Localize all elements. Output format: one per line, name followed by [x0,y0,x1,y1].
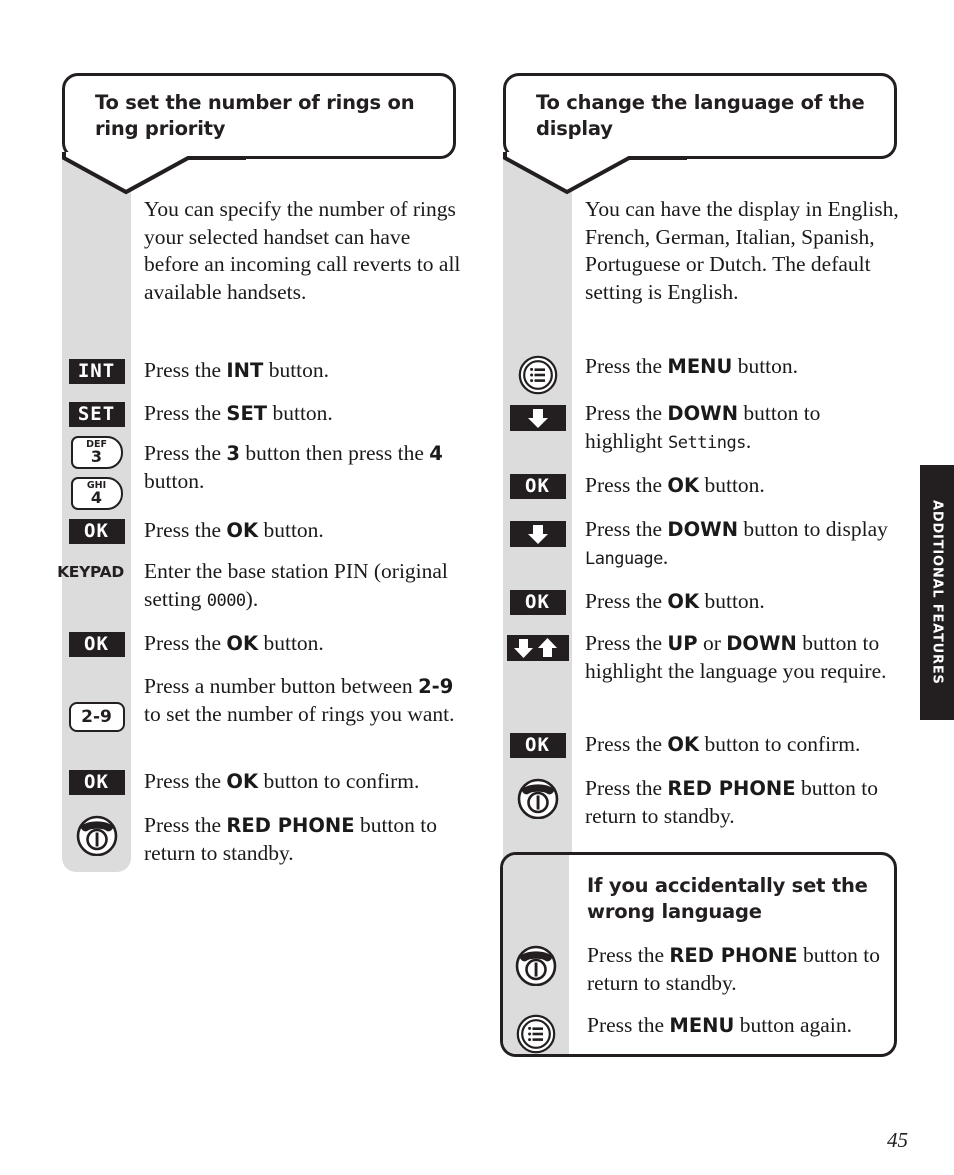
int-key-icon-slot: INT [62,357,131,385]
section-side-tab: ADDITIONAL FEATURES [920,465,954,720]
step-row-red-phone-left[interactable]: Press the RED PHONE button to return to … [62,812,472,867]
number-range-2-9-icon[interactable]: 2-9 [68,702,125,732]
step-text-red-phone-left: Press the RED PHONE button to return to … [144,813,437,865]
step-text-ok-3: Press the OK button to confirm. [144,769,420,793]
step-text-r-ok-3: Press the OK button to confirm. [585,732,861,756]
step-text-range29: Press a number button between 2-9 to set… [144,674,455,726]
right-intro-text: You can have the display in English, Fre… [585,197,899,304]
left-intro-text: You can specify the number of rings your… [144,197,461,304]
note-red-phone-icon-slot [503,942,569,997]
step-row-down-2[interactable]: Press the DOWN button to display Languag… [503,516,903,573]
step-text-r-ok-2: Press the OK button. [585,589,765,613]
right-callout-title: To change the language of the display [536,91,865,140]
step-row-r-ok-1[interactable]: OK Press the OK button. [503,472,903,500]
number-range-2-9-icon-slot: 2-9 [62,673,131,732]
number-key-3-digit: 3 [90,447,103,467]
red-phone-icon-slot [62,812,131,867]
step-text-keypad: Enter the base station PIN (original set… [144,559,448,611]
red-phone-icon[interactable] [76,814,118,856]
step-row-key4[interactable]: GHI 4 [62,475,472,510]
ok-key-icon-slot-2: OK [62,630,131,658]
ok-key-icon-slot-1: OK [62,517,131,545]
note-step-row-red-phone[interactable]: Press the RED PHONE button to return to … [503,942,894,997]
ok-key-icon[interactable]: OK [68,632,125,657]
note-box-title: If you accidentally set the wrong langua… [587,874,868,923]
step-row-range29[interactable]: 2-9 Press a number button between 2-9 to… [62,673,472,732]
right-callout-box: To change the language of the display [503,73,897,159]
number-key-4-digit: 4 [90,488,103,508]
step-text-ok-1: Press the OK button. [144,518,324,542]
step-text-red-phone-right: Press the RED PHONE button to return to … [585,776,878,828]
keypad-icon-slot: KEYPAD [56,558,125,615]
ok-key-icon[interactable]: OK [509,474,566,499]
page-number: 45 [887,1128,908,1152]
ok-key-icon[interactable]: OK [509,733,566,758]
ok-key-icon-slot-r2: OK [503,588,572,616]
int-key-icon[interactable]: INT [68,359,125,384]
set-key-icon-slot: SET [62,400,131,428]
step-text-down-2: Press the DOWN button to display Languag… [585,517,888,569]
up-down-arrow-icon-slot [503,630,572,685]
set-key-icon[interactable]: SET [68,402,125,427]
left-intro-icon-slot [62,196,131,306]
ok-key-icon[interactable]: OK [68,519,125,544]
step-text-set: Press the SET button. [144,401,333,425]
down-arrow-icon-slot-2 [503,516,572,573]
down-arrow-icon-slot-1 [503,400,572,457]
up-down-arrow-icon[interactable] [506,635,569,661]
ok-key-icon-slot-r1: OK [503,472,572,500]
left-callout-box: To set the number of rings on ring prior… [62,73,456,159]
left-intro-row: You can specify the number of rings your… [62,196,462,306]
down-arrow-icon[interactable] [509,405,566,431]
right-callout-tail [503,152,687,195]
down-arrow-icon[interactable] [509,521,566,547]
step-row-updown[interactable]: Press the UP or DOWN button to highlight… [503,630,903,685]
step-row-r-ok-2[interactable]: OK Press the OK button. [503,588,903,616]
step-text-int: Press the INT button. [144,358,330,382]
step-text-down-1: Press the DOWN button to highlight Setti… [585,401,821,453]
menu-button-icon[interactable] [518,355,558,395]
ok-key-icon-slot-r3: OK [503,731,572,759]
step-row-ok-1[interactable]: OK Press the OK button. [62,517,472,545]
note-menu-icon-slot [503,1012,569,1054]
red-phone-icon-slot-r [503,775,572,830]
left-callout-tail [62,152,246,195]
left-callout-title: To set the number of rings on ring prior… [95,91,415,140]
step-row-red-phone-right[interactable]: Press the RED PHONE button to return to … [503,775,903,830]
note-step-row-menu[interactable]: Press the MENU button again. [503,1012,894,1054]
step-row-keypad[interactable]: KEYPAD Enter the base station PIN (origi… [56,558,476,615]
ok-key-icon-slot-3: OK [62,768,131,796]
step-row-ok-2[interactable]: OK Press the OK button. [62,630,472,658]
step-row-down-1[interactable]: Press the DOWN button to highlight Setti… [503,400,903,457]
step-row-r-ok-3[interactable]: OK Press the OK button to confirm. [503,731,903,759]
keypad-icon[interactable]: KEYPAD [57,563,124,581]
number-key-3-icon[interactable]: DEF 3 [70,436,123,469]
step-text-ok-2: Press the OK button. [144,631,324,655]
number-key-4-icon[interactable]: GHI 4 [70,477,123,510]
ok-key-icon[interactable]: OK [68,770,125,795]
step-row-set[interactable]: SET Press the SET button. [62,400,472,428]
step-text-updown: Press the UP or DOWN button to highlight… [585,631,887,683]
number-key-4-icon-slot: GHI 4 [62,475,131,510]
wrong-language-note-box: If you accidentally set the wrong langua… [500,852,897,1057]
menu-button-icon[interactable] [516,1014,556,1054]
note-step-text-menu: Press the MENU button again. [587,1013,852,1037]
red-phone-icon[interactable] [517,777,559,819]
right-intro-icon-slot [503,196,572,306]
note-step-text-red-phone: Press the RED PHONE button to return to … [587,943,880,995]
step-text-r-ok-1: Press the OK button. [585,473,765,497]
step-text-menu: Press the MENU button. [585,354,799,378]
manual-page: To set the number of rings on ring prior… [0,0,954,1175]
section-side-tab-label: ADDITIONAL FEATURES [929,500,945,685]
step-text-key4-empty [131,475,472,510]
step-row-menu[interactable]: Press the MENU button. [503,353,903,395]
ok-key-icon[interactable]: OK [509,590,566,615]
step-row-ok-3[interactable]: OK Press the OK button to confirm. [62,768,472,796]
right-intro-row: You can have the display in English, Fre… [503,196,903,306]
menu-button-icon-slot [503,353,572,395]
step-row-int[interactable]: INT Press the INT button. [62,357,472,385]
red-phone-icon[interactable] [515,944,557,986]
